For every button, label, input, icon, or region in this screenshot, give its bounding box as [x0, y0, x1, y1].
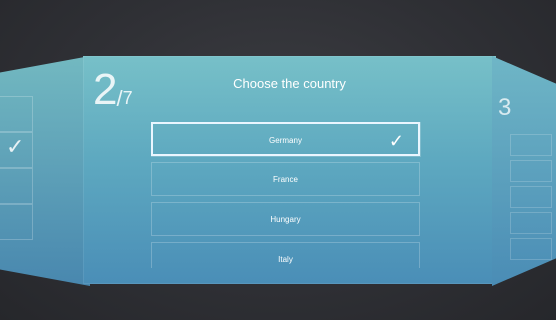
- quiz-stage: ✓ 2/7 Choose the country Germany ✓ Franc…: [0, 0, 556, 320]
- question-title: Choose the country: [233, 76, 346, 91]
- option-italy[interactable]: Italy: [151, 242, 420, 268]
- next-option-row: [510, 160, 552, 182]
- checkmark-icon: ✓: [388, 131, 404, 151]
- option-label: Italy: [278, 255, 293, 264]
- previous-option-row: [0, 132, 33, 168]
- next-option-row: [510, 238, 552, 260]
- options-list: Germany ✓ France Hungary Italy: [151, 122, 422, 268]
- next-option-row: [510, 212, 552, 234]
- option-label: Germany: [269, 136, 302, 145]
- question-card: 2/7 Choose the country Germany ✓ France …: [83, 56, 496, 284]
- option-label: Hungary: [270, 215, 301, 224]
- next-option-row: [510, 186, 552, 208]
- previous-option-row: [0, 96, 33, 132]
- next-option-row: [510, 134, 552, 156]
- next-step-current: 3: [498, 94, 512, 121]
- option-hungary[interactable]: Hungary: [151, 202, 420, 236]
- previous-question-panel[interactable]: ✓: [0, 0, 90, 320]
- previous-option-row: [0, 204, 33, 240]
- option-france[interactable]: France: [151, 162, 420, 196]
- step-total: 7: [122, 88, 133, 108]
- previous-option-row: [0, 168, 33, 204]
- option-germany[interactable]: Germany ✓: [151, 122, 420, 156]
- next-question-panel[interactable]: 3: [492, 56, 556, 286]
- option-label: France: [273, 175, 298, 184]
